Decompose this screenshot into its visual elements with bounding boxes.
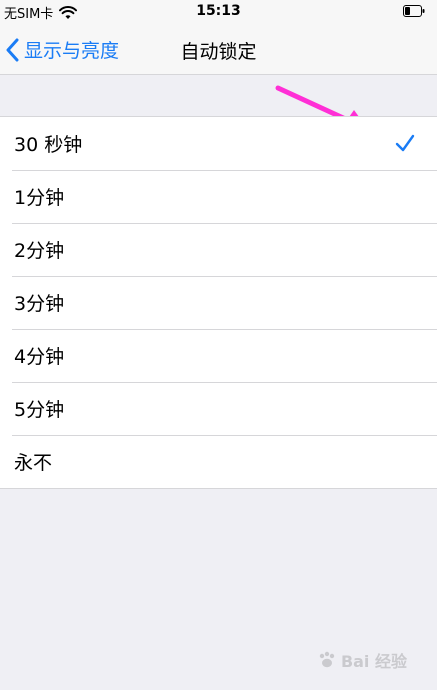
option-never[interactable]: 永不 <box>0 435 437 488</box>
option-label: 永不 <box>14 452 53 474</box>
status-time: 15:13 <box>196 3 241 19</box>
option-1-minute[interactable]: 1分钟 <box>0 170 437 223</box>
status-bar: 无SIM卡 15:13 <box>0 0 437 24</box>
option-label: 3分钟 <box>14 293 65 315</box>
option-3-minutes[interactable]: 3分钟 <box>0 276 437 329</box>
option-2-minutes[interactable]: 2分钟 <box>0 223 437 276</box>
option-5-minutes[interactable]: 5分钟 <box>0 382 437 435</box>
navigation-bar: 显示与亮度 自动锁定 <box>0 24 437 75</box>
option-label: 5分钟 <box>14 399 65 421</box>
option-4-minutes[interactable]: 4分钟 <box>0 329 437 382</box>
page-title: 自动锁定 <box>180 41 257 63</box>
auto-lock-options-list: 30 秒钟 1分钟 2分钟 3分钟 4分钟 5分钟 永不 <box>0 116 437 489</box>
checkmark-icon <box>395 134 415 152</box>
option-label: 1分钟 <box>14 187 65 209</box>
battery-icon <box>403 5 425 17</box>
option-label: 4分钟 <box>14 346 65 368</box>
watermark-text: Bai 经验 <box>340 652 407 671</box>
option-label: 2分钟 <box>14 240 65 262</box>
option-30-seconds[interactable]: 30 秒钟 <box>0 117 437 170</box>
watermark: Bai 经验 <box>317 648 407 672</box>
option-label: 30 秒钟 <box>14 134 83 156</box>
paw-icon <box>319 651 335 668</box>
